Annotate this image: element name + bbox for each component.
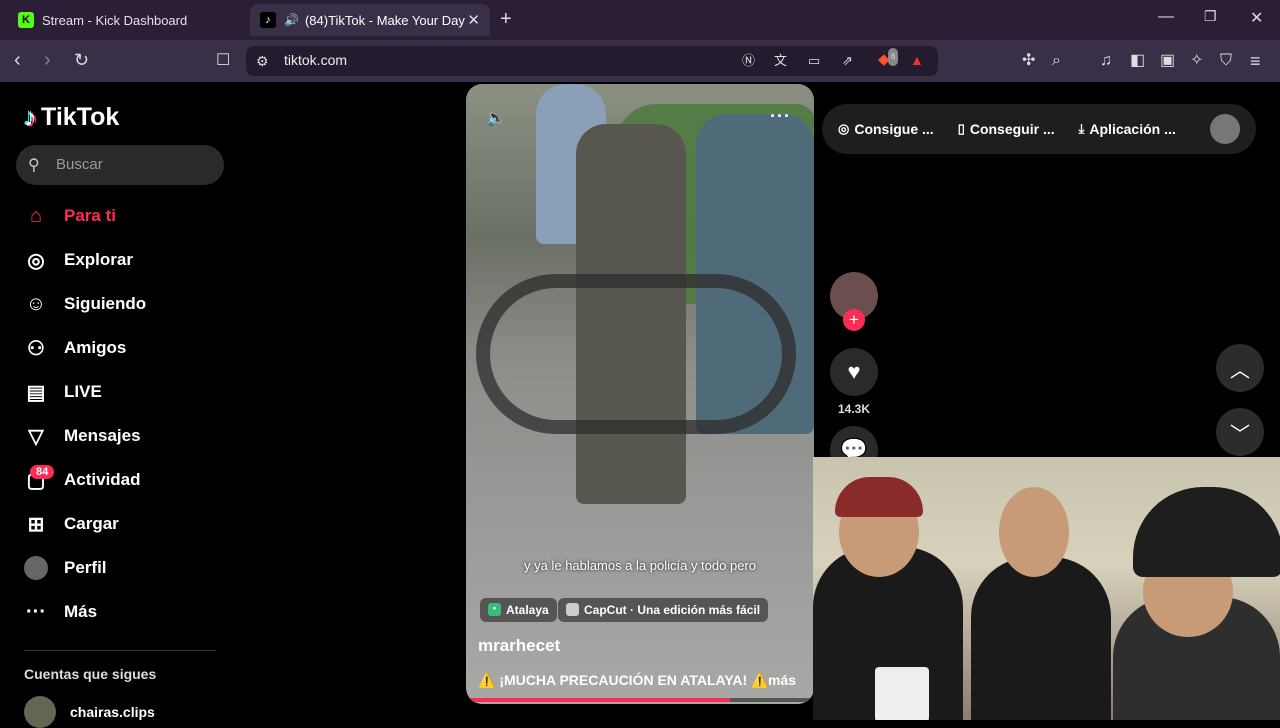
close-tab-icon[interactable]: ✕ bbox=[467, 11, 480, 29]
wallet-icon[interactable]: ▣ bbox=[1160, 53, 1175, 69]
nav-mas[interactable]: ··· Más bbox=[24, 600, 97, 624]
url-field[interactable]: ⚙ tiktok.com Ⓝ 文 ▭ ⇗ ◆ 6 ▲ bbox=[246, 46, 938, 76]
video-progress[interactable] bbox=[466, 698, 814, 702]
webcam-face bbox=[999, 487, 1069, 577]
live-icon: ▤ bbox=[26, 381, 46, 404]
sidebar-toggle-icon[interactable]: ◧ bbox=[1130, 53, 1145, 69]
nav-siguiendo[interactable]: ☺ Siguiendo bbox=[24, 292, 146, 316]
restore-icon[interactable]: ❐ bbox=[1204, 8, 1217, 25]
search-tab-icon[interactable]: ⌕ bbox=[1052, 53, 1061, 69]
minimize-icon[interactable]: — bbox=[1158, 8, 1174, 26]
black-cap bbox=[1133, 487, 1280, 577]
leo-icon[interactable]: ✧ bbox=[1190, 53, 1203, 69]
back-icon[interactable]: ‹ bbox=[14, 50, 21, 70]
shield-count: 6 bbox=[888, 48, 899, 66]
close-window-icon[interactable]: ✕ bbox=[1250, 8, 1263, 28]
tiktok-logo[interactable]: ♪ TikTok bbox=[24, 102, 119, 133]
volume-icon[interactable]: 🔈 bbox=[486, 108, 506, 128]
avatar bbox=[24, 696, 56, 728]
address-bar-row: ‹ › ↻ ☐ ⚙ tiktok.com Ⓝ 文 ▭ ⇗ ◆ 6 ▲ ✣ ⌕ ♫… bbox=[0, 40, 1280, 82]
red-cap bbox=[835, 477, 923, 517]
site-info-icon[interactable]: ⚙ bbox=[256, 53, 269, 69]
prev-video-button[interactable]: ︿ bbox=[1216, 344, 1264, 392]
media-icon[interactable]: ♫ bbox=[1100, 53, 1112, 69]
friends-icon: ⚇ bbox=[27, 337, 45, 360]
top-actions-bar: ◎ Consigue ... ▯ Conseguir ... ⤓ Aplicación… bbox=[822, 104, 1256, 154]
nav-mensajes[interactable]: ▽ Mensajes bbox=[24, 424, 140, 448]
following-header: Cuentas que sigues bbox=[24, 666, 157, 682]
vpn-icon[interactable]: ⛉ bbox=[1220, 53, 1232, 69]
heart-icon: ♥ bbox=[847, 359, 861, 384]
nav-cargar[interactable]: ⊞ Cargar bbox=[24, 512, 119, 536]
extensions-icon[interactable]: ✣ bbox=[1022, 53, 1035, 69]
webcam-overlay bbox=[813, 457, 1280, 720]
avatar bbox=[24, 556, 48, 580]
more-options-icon[interactable]: ··· bbox=[770, 106, 791, 127]
tiktok-sidebar: ♪ TikTok ⚲ Buscar ⌂ Para ti ◎ Explorar ☺ Si… bbox=[0, 82, 240, 728]
chevron-up-icon: ︿ bbox=[1230, 359, 1250, 382]
tiktok-icon: ♪ bbox=[260, 12, 276, 28]
coin-icon: ◎ bbox=[838, 121, 850, 136]
following-icon: ☺ bbox=[25, 292, 47, 315]
tiktok-note-icon: ♪ bbox=[24, 102, 37, 132]
menu-icon[interactable]: ≡ bbox=[1250, 52, 1261, 70]
rewards-icon[interactable]: ▲ bbox=[910, 52, 924, 68]
location-chip[interactable]: ▪ Atalaya bbox=[480, 598, 557, 622]
home-icon: ⌂ bbox=[29, 204, 43, 227]
like-count: 14.3K bbox=[837, 402, 871, 416]
upload-icon: ⊞ bbox=[27, 513, 45, 536]
capcut-chip[interactable]: CapCut · Una edición más fácil bbox=[558, 598, 769, 622]
location-icon: ▪ bbox=[488, 603, 501, 616]
get-app-button[interactable]: ▯ Conseguir ... bbox=[958, 121, 1055, 137]
nav-live[interactable]: ▤ LIVE bbox=[24, 380, 102, 404]
video-subtitle: y ya le hablamos a la policía y todo per… bbox=[524, 558, 756, 573]
bookmark-icon[interactable]: ☐ bbox=[216, 53, 230, 69]
url-text: tiktok.com bbox=[284, 52, 348, 68]
reload-icon[interactable]: ↻ bbox=[74, 51, 89, 69]
video-description: ⚠️ ¡MUCHA PRECAUCIÓN EN ATALAYA! ⚠️ más bbox=[478, 672, 797, 688]
avatar[interactable] bbox=[1210, 114, 1240, 144]
tab-kick[interactable]: K Stream - Kick Dashboard bbox=[8, 4, 248, 36]
nav-amigos[interactable]: ⚇ Amigos bbox=[24, 336, 126, 360]
chevron-down-icon: ﹀ bbox=[1230, 423, 1250, 446]
new-tab-button[interactable]: + bbox=[500, 8, 512, 31]
video-player[interactable]: 🔈 ··· y ya le hablamos a la policía y to… bbox=[466, 84, 814, 704]
compass-icon: ◎ bbox=[27, 249, 45, 272]
following-user[interactable]: chairas.clips bbox=[24, 696, 155, 728]
divider bbox=[24, 650, 216, 651]
webcam-person bbox=[971, 557, 1111, 720]
search-icon: ⚲ bbox=[28, 157, 40, 174]
tab-label: (84)TikTok - Make Your Day bbox=[304, 12, 465, 28]
progress-fill bbox=[466, 698, 731, 702]
download-app-button[interactable]: ⤓ Aplicación ... bbox=[1079, 121, 1176, 137]
browser-tabbar: K Stream - Kick Dashboard ♪ 🔊 (84)TikTok… bbox=[0, 0, 1280, 40]
speaker-icon[interactable]: 🔊 bbox=[284, 13, 299, 27]
share-icon[interactable]: ⇗ bbox=[842, 53, 853, 69]
translate-icon[interactable]: 文 bbox=[774, 53, 787, 69]
video-scene-motorcycle bbox=[476, 274, 796, 434]
like-button[interactable]: ♥ bbox=[830, 348, 878, 396]
more-icon: ··· bbox=[26, 600, 46, 623]
kick-icon: K bbox=[18, 12, 34, 28]
next-video-button[interactable]: ﹀ bbox=[1216, 408, 1264, 456]
forward-icon[interactable]: › bbox=[44, 50, 51, 70]
activity-badge: 84 bbox=[30, 465, 55, 479]
cup bbox=[875, 667, 929, 720]
phone-icon: ▯ bbox=[957, 121, 965, 136]
capcut-icon bbox=[566, 603, 579, 616]
video-author[interactable]: mrarhecet bbox=[478, 636, 560, 656]
nav-perfil[interactable]: Perfil bbox=[24, 556, 107, 580]
get-coins-button[interactable]: ◎ Consigue ... bbox=[838, 121, 934, 137]
nav-explorar[interactable]: ◎ Explorar bbox=[24, 248, 133, 272]
tab-label: Stream - Kick Dashboard bbox=[42, 12, 188, 28]
reader-off-icon[interactable]: Ⓝ bbox=[742, 53, 755, 69]
more-link[interactable]: más bbox=[768, 672, 796, 688]
nav-para-ti[interactable]: ⌂ Para ti bbox=[24, 204, 116, 228]
send-icon: ▽ bbox=[28, 425, 44, 448]
download-icon: ⤓ bbox=[1078, 121, 1085, 136]
search-input[interactable]: ⚲ Buscar bbox=[16, 145, 224, 185]
follow-plus-icon[interactable]: + bbox=[843, 309, 865, 331]
tab-tiktok[interactable]: ♪ 🔊 (84)TikTok - Make Your Day ✕ bbox=[250, 4, 490, 36]
cast-icon[interactable]: ▭ bbox=[808, 53, 820, 69]
